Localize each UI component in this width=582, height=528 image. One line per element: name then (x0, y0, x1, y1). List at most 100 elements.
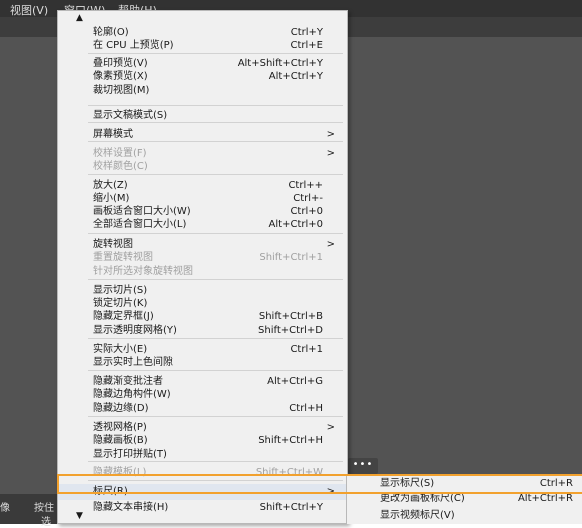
menu-item[interactable]: 轮廓(O) Ctrl+Y (58, 26, 347, 39)
menu-item-label: 隐藏模板(L) (93, 467, 147, 478)
menu-item-label: 实际大小(E) (93, 344, 148, 355)
menu-item-shortcut: Alt+Ctrl+G (267, 376, 323, 387)
menu-separator (88, 279, 343, 280)
menu-item[interactable]: 透视网格(P) > (58, 421, 347, 434)
menu-item[interactable]: 像素预览(X) Alt+Ctrl+Y (58, 70, 347, 83)
menu-item[interactable]: 锁定切片(K) (58, 297, 347, 310)
menu-item[interactable]: 实际大小(E) Ctrl+1 (58, 343, 347, 356)
more-options-button[interactable]: ••• (348, 458, 378, 474)
menu-item-shortcut: Ctrl+- (293, 193, 323, 204)
menu-item[interactable]: 显示文稿模式(S) (58, 109, 347, 122)
menu-item-shortcut: Ctrl+1 (290, 344, 323, 355)
menu-separator (88, 174, 343, 175)
menu-item[interactable]: 隐藏渐变批注者 Alt+Ctrl+G (58, 375, 347, 388)
menu-item-label: 隐藏边角构件(W) (93, 389, 171, 400)
menu-item-shortcut: Ctrl+0 (290, 206, 323, 217)
menu-item[interactable]: 全部适合窗口大小(L) Alt+Ctrl+0 (58, 218, 347, 231)
submenu-arrow-icon: > (326, 422, 335, 433)
menu-item-label: 显示打印拼贴(T) (93, 449, 167, 460)
menu-item-label: 放大(Z) (93, 180, 128, 191)
menu-item-label: 裁切视图(M) (93, 85, 150, 96)
ruler-submenu: 显示标尺(S) Ctrl+R 更改为画板标尺(C) Alt+Ctrl+R 显示视频标尺(… (346, 474, 582, 524)
menu-view[interactable]: 视图(V) (10, 2, 48, 18)
menu-separator (88, 53, 343, 54)
menu-item[interactable]: 显示实时上色间隙 (58, 356, 347, 369)
menu-separator (88, 461, 343, 462)
menu-item[interactable]: 叠印预览(V) Alt+Shift+Ctrl+Y (58, 57, 347, 70)
menu-item-label: 隐藏文本串接(H) (93, 502, 169, 513)
menu-item-label: 像素预览(X) (93, 71, 148, 82)
submenu-arrow-icon: > (326, 148, 335, 159)
menu-item: 重置旋转视图 Shift+Ctrl+1 (58, 251, 347, 264)
submenu-item-label: 显示标尺(S) (380, 478, 435, 489)
menu-item: 隐藏模板(L) Shift+Ctrl+W (58, 466, 347, 479)
menu-item[interactable]: 隐藏文本串接(H) Shift+Ctrl+Y (58, 501, 347, 514)
menu-item: 校样设置(F) > (58, 147, 347, 160)
menu-item[interactable]: 在 CPU 上预览(P) Ctrl+E (58, 39, 347, 52)
menu-item[interactable]: 显示透明度网格(Y) Shift+Ctrl+D (58, 324, 347, 337)
menu-item[interactable]: 裁切视图(M) (58, 84, 347, 97)
menu-separator (88, 338, 343, 339)
menu-item-shortcut: Ctrl+Y (290, 27, 323, 38)
menu-item-shortcut: Shift+Ctrl+B (258, 311, 323, 322)
menu-item[interactable]: 隐藏边角构件(W) (58, 388, 347, 401)
menu-item-shortcut: Shift+Ctrl+H (258, 435, 323, 446)
menu-item-label: 隐藏渐变批注者 (93, 376, 163, 387)
submenu-item-label: 显示视频标尺(V) (380, 510, 455, 521)
status-text-1: 像 (0, 503, 10, 514)
menu-item-label: 隐藏画板(B) (93, 435, 148, 446)
menu-item-shortcut: Alt+Ctrl+0 (268, 219, 323, 230)
menu-item-label: 轮廓(O) (93, 27, 129, 38)
menu-item-label: 透视网格(P) (93, 422, 147, 433)
menu-separator (88, 105, 343, 106)
menu-item-label: 显示切片(S) (93, 285, 148, 296)
submenu-arrow-icon: > (326, 129, 335, 140)
menu-item[interactable]: 放大(Z) Ctrl++ (58, 179, 347, 192)
menu-item-label: 屏幕模式 (93, 129, 133, 140)
menu-item-shortcut: Alt+Ctrl+Y (268, 71, 323, 82)
menu-item-shortcut: Shift+Ctrl+W (255, 467, 323, 478)
menu-separator (88, 416, 343, 417)
menu-item[interactable]: 隐藏边缘(D) Ctrl+H (58, 402, 347, 415)
menu-item[interactable]: 缩小(M) Ctrl+- (58, 192, 347, 205)
menu-item-label: 显示实时上色间隙 (93, 357, 173, 368)
menu-item-label: 在 CPU 上预览(P) (93, 40, 174, 51)
menu-item-shortcut: Shift+Ctrl+D (258, 325, 323, 336)
menu-item-label: 隐藏定界框(J) (93, 311, 154, 322)
menu-item[interactable]: 隐藏定界框(J) Shift+Ctrl+B (58, 310, 347, 323)
submenu-arrow-icon: > (326, 486, 335, 497)
menu-separator (88, 480, 343, 481)
submenu-item-shortcut: Alt+Ctrl+R (517, 493, 573, 504)
menu-item-shortcut: Ctrl++ (288, 180, 323, 191)
menu-item[interactable]: 标尺(R) > (58, 484, 347, 500)
status-text-3: 选 (41, 517, 51, 528)
menu-item[interactable]: 显示切片(S) (58, 284, 347, 297)
menu-separator (88, 122, 343, 123)
menu-item[interactable]: 隐藏画板(B) Shift+Ctrl+H (58, 434, 347, 447)
submenu-item[interactable]: 更改为画板标尺(C) Alt+Ctrl+R (347, 491, 582, 507)
menu-item-label: 画板适合窗口大小(W) (93, 206, 191, 217)
menu-item[interactable]: 屏幕模式 > (58, 128, 347, 141)
submenu-item[interactable]: 显示视频标尺(V) (347, 508, 582, 524)
menu-item-label: 校样颜色(C) (93, 161, 148, 172)
submenu-item[interactable]: 显示标尺(S) Ctrl+R (347, 476, 582, 492)
menu-item-shortcut: Shift+Ctrl+1 (259, 252, 323, 263)
submenu-item-label: 更改为画板标尺(C) (380, 493, 465, 504)
menu-separator (88, 141, 343, 142)
menu-item-label: 显示透明度网格(Y) (93, 325, 177, 336)
submenu-arrow-icon: > (326, 239, 335, 250)
view-dropdown-menu: ▲ ▼ 轮廓(O) Ctrl+Y 在 CPU 上预览(P) Ctrl+E 叠印预览(V)… (57, 10, 348, 524)
menu-item-shortcut: Ctrl+H (289, 403, 323, 414)
menu-separator (88, 233, 343, 234)
menu-item-shortcut: Shift+Ctrl+Y (259, 502, 323, 513)
menu-item-label: 显示文稿模式(S) (93, 110, 168, 121)
menu-item: 校样颜色(C) (58, 160, 347, 173)
submenu-item-shortcut: Ctrl+R (539, 478, 573, 489)
scroll-up-icon[interactable]: ▲ (76, 13, 83, 23)
menu-separator (88, 370, 343, 371)
menu-item[interactable]: 显示打印拼贴(T) (58, 448, 347, 461)
menu-item[interactable]: 画板适合窗口大小(W) Ctrl+0 (58, 205, 347, 218)
menu-item[interactable]: 旋转视图 > (58, 238, 347, 251)
menu-item-label: 全部适合窗口大小(L) (93, 219, 187, 230)
menu-item-label: 校样设置(F) (93, 148, 147, 159)
